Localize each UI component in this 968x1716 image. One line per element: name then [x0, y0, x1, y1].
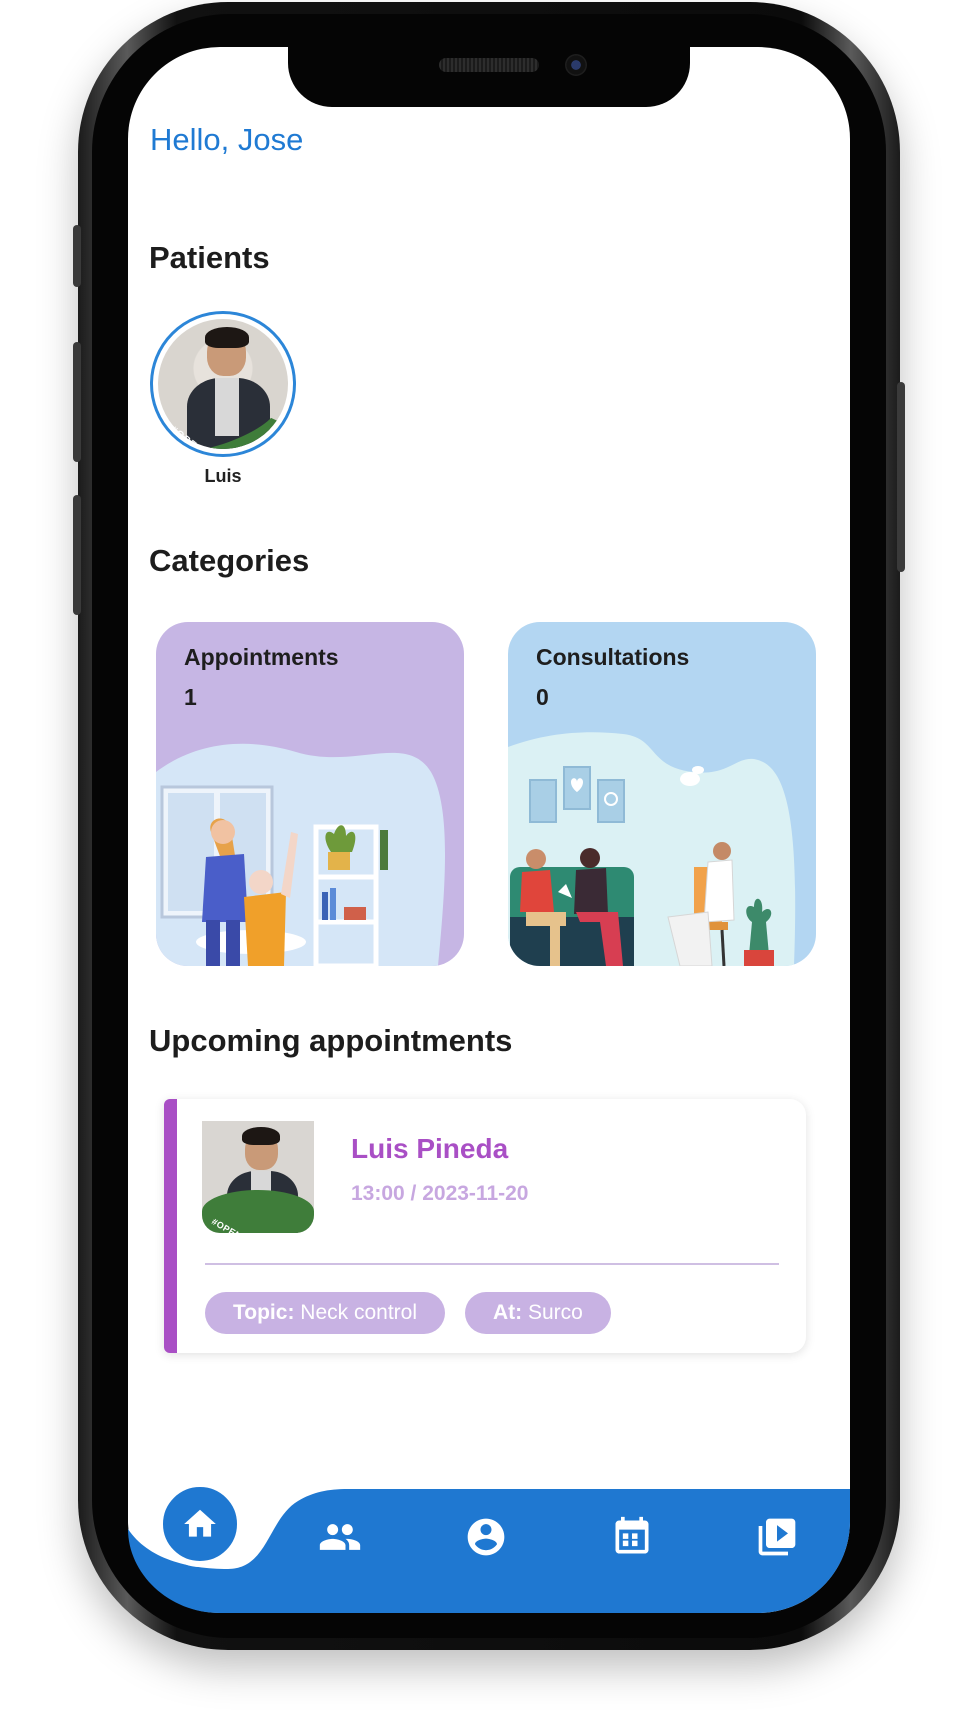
speaker-grille: [439, 58, 539, 72]
appointments-illustration: [156, 743, 446, 966]
category-card-consultations[interactable]: Consultations 0: [508, 622, 816, 966]
nav-home-button[interactable]: [157, 1481, 243, 1567]
categories-section-title: Categories: [149, 543, 310, 578]
patient-name-label: Luis: [204, 466, 242, 486]
nav-profile-button[interactable]: [464, 1515, 508, 1559]
account-circle-icon: [467, 1518, 505, 1556]
avatar-photo: #OPENTOWORK: [158, 319, 288, 449]
location-chip: At: Surco: [465, 1292, 611, 1334]
consultations-illustration: [508, 732, 796, 966]
nav-calendar-button[interactable]: [610, 1515, 654, 1559]
appointment-patient-photo: #OPENTOWORK: [202, 1121, 314, 1233]
location-label: At:: [493, 1301, 523, 1324]
patient-avatar[interactable]: #OPENTOWORK: [150, 311, 296, 457]
volume-up-button: [73, 342, 81, 462]
photo-hair-shape: [242, 1126, 281, 1145]
mute-switch: [73, 225, 81, 287]
nav-videos-button[interactable]: [755, 1515, 799, 1559]
front-camera: [565, 54, 587, 76]
upcoming-section-title: Upcoming appointments: [149, 1023, 513, 1058]
nav-patients-button[interactable]: [318, 1515, 362, 1559]
notch: [288, 47, 690, 107]
greeting-text: Hello, Jose: [150, 122, 304, 157]
volume-down-button: [73, 495, 81, 615]
people-icon: [319, 1524, 361, 1550]
location-value: Surco: [528, 1301, 583, 1324]
appointment-divider: [205, 1263, 779, 1265]
patients-section-title: Patients: [149, 240, 270, 275]
appointment-patient-name: Luis Pineda: [351, 1133, 509, 1164]
calendar-icon: [615, 1516, 649, 1554]
category-card-appointments[interactable]: Appointments 1: [156, 622, 464, 966]
topic-label: Topic:: [233, 1301, 295, 1324]
topic-value: Neck control: [300, 1301, 417, 1324]
home-icon: [184, 1509, 216, 1537]
avatar-hair-shape: [204, 326, 249, 348]
video-library-icon: [758, 1518, 796, 1556]
appointment-datetime: 13:00 / 2023-11-20: [351, 1182, 529, 1205]
topic-chip: Topic: Neck control: [205, 1292, 445, 1334]
power-button: [897, 382, 905, 572]
